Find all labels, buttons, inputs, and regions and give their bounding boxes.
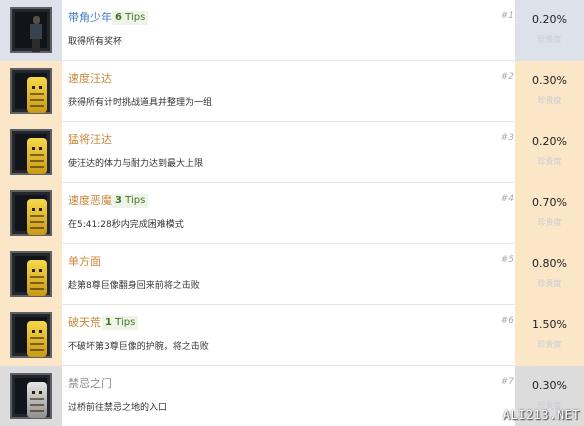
trophy-percentage: 0.30% [532,379,567,392]
trophy-description: 使汪达的体力与耐力达到最大上限 [68,159,204,169]
gold-trophy-icon [10,251,52,297]
trophy-number: #1 [500,11,514,21]
rarity-label: 珍贵度 [537,340,562,349]
rarity-panel: 0.30% 珍贵度 [515,61,584,122]
trophy-title[interactable]: 禁忌之门 [68,377,112,391]
silver-trophy-icon [10,373,52,419]
trophy-description: 在5:41:28秒内完成困难模式 [68,220,184,230]
trophy-description: 取得所有奖杯 [68,37,123,47]
trophy-number: #3 [500,133,514,143]
rarity-panel: 0.20% 珍贵度 [515,0,584,61]
trophy-number: #7 [500,377,514,387]
trophy-row[interactable]: 单方面 趁第8尊巨像翻身回来前将之击败 #5 0.80% 珍贵度 [0,244,584,305]
tips-badge[interactable]: 1 Tips [102,316,139,330]
rarity-label: 珍贵度 [537,279,562,288]
trophy-percentage: 0.80% [532,257,567,270]
trophy-title[interactable]: 猛将汪达 [68,133,112,147]
rarity-label: 珍贵度 [537,35,562,44]
trophy-number: #4 [500,194,514,204]
trophy-title[interactable]: 单方面 [68,255,101,269]
gold-trophy-icon [10,190,52,236]
trophy-title[interactable]: 带角少年 [68,11,112,25]
rarity-label: 珍贵度 [537,157,562,166]
trophy-row[interactable]: 速度恶魔 3 Tips 在5:41:28秒内完成困难模式 #4 0.70% 珍贵… [0,183,584,244]
trophy-percentage: 0.30% [532,74,567,87]
tips-badge[interactable]: 3 Tips [112,194,149,208]
trophy-number: #6 [500,316,514,326]
trophy-row[interactable]: 速度汪达 获得所有计时挑战道具并整理为一组 #2 0.30% 珍贵度 [0,61,584,122]
trophy-percentage: 0.20% [532,13,567,26]
rarity-panel: 0.20% 珍贵度 [515,122,584,183]
trophy-description: 过桥前往禁忌之地的入口 [68,403,168,413]
trophy-title[interactable]: 破天荒 [68,316,101,330]
rarity-panel: 0.80% 珍贵度 [515,244,584,305]
trophy-row[interactable]: 猛将汪达 使汪达的体力与耐力达到最大上限 #3 0.20% 珍贵度 [0,122,584,183]
trophy-number: #5 [500,255,514,265]
trophy-row[interactable]: 带角少年 6 Tips 取得所有奖杯 #1 0.20% 珍贵度 [0,0,584,61]
trophy-title[interactable]: 速度汪达 [68,72,112,86]
rarity-label: 珍贵度 [537,96,562,105]
gold-trophy-icon [10,312,52,358]
trophy-list: 带角少年 6 Tips 取得所有奖杯 #1 0.20% 珍贵度 速度汪达 获得所… [0,0,584,426]
trophy-title[interactable]: 速度恶魔 [68,194,112,208]
trophy-percentage: 0.20% [532,135,567,148]
rarity-panel: 0.70% 珍贵度 [515,183,584,244]
gold-trophy-icon [10,129,52,175]
watermark: ALI213.NET [502,408,580,422]
trophy-figure-icon [10,7,52,53]
trophy-description: 获得所有计时挑战道具并整理为一组 [68,98,213,108]
rarity-panel: 1.50% 珍贵度 [515,305,584,366]
trophy-percentage: 0.70% [532,196,567,209]
rarity-label: 珍贵度 [537,218,562,227]
trophy-description: 趁第8尊巨像翻身回来前将之击败 [68,281,200,291]
trophy-percentage: 1.50% [532,318,567,331]
trophy-row[interactable]: 破天荒 1 Tips 不破坏第3尊巨像的护腕，将之击败 #6 1.50% 珍贵度 [0,305,584,366]
trophy-number: #2 [500,72,514,82]
trophy-description: 不破坏第3尊巨像的护腕，将之击败 [68,342,209,352]
gold-trophy-icon [10,68,52,114]
trophy-row[interactable]: 禁忌之门 过桥前往禁忌之地的入口 #7 0.30% 珍贵度 [0,366,584,426]
tips-badge[interactable]: 6 Tips [112,11,149,25]
